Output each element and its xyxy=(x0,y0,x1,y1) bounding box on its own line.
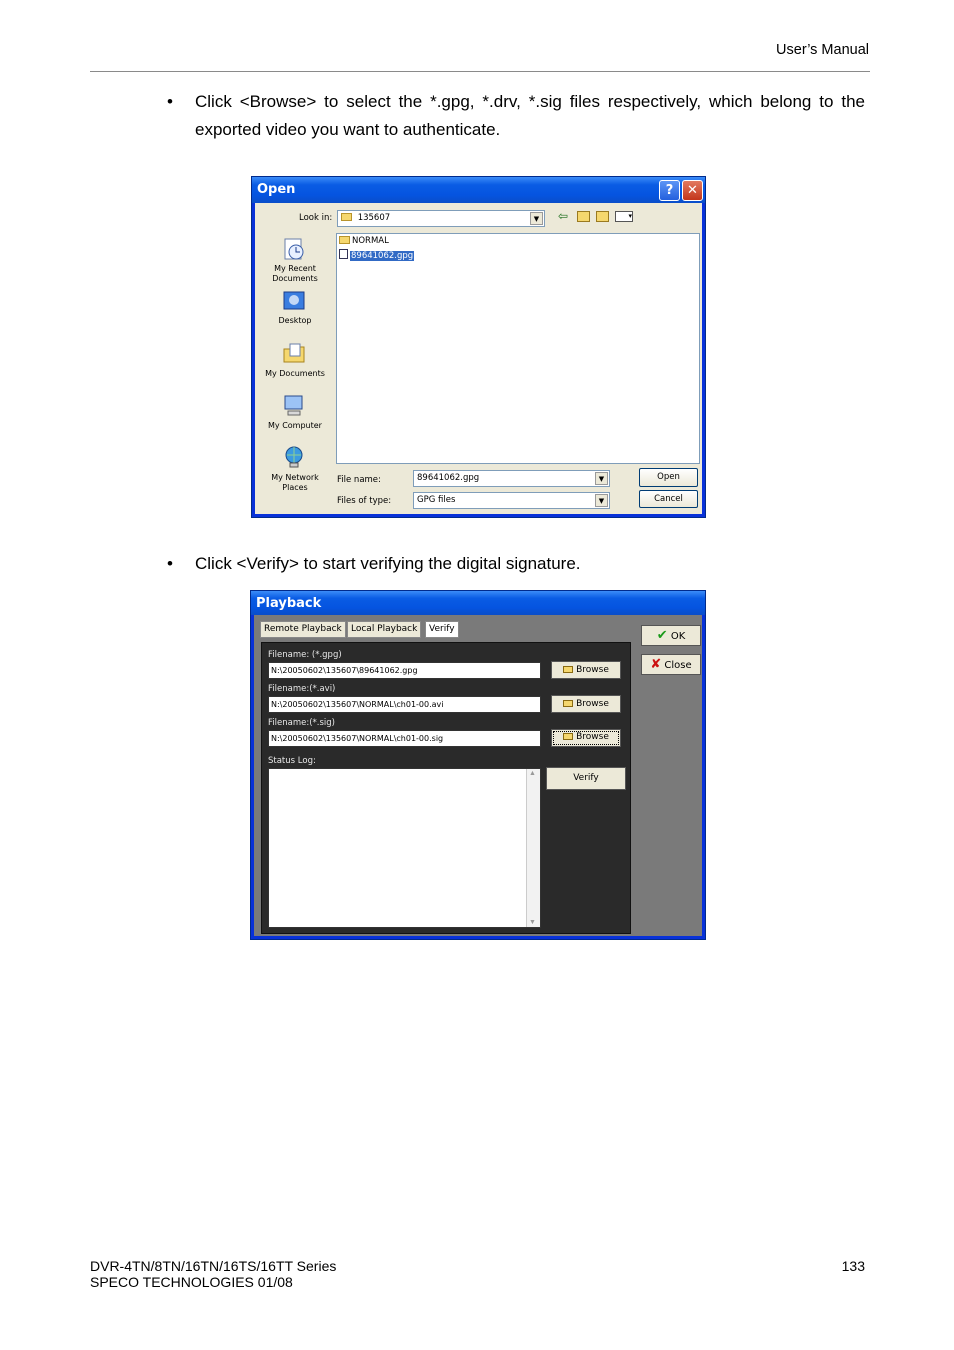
avi-field-input[interactable]: N:\20050602\135607\NORMAL\ch01-00.avi xyxy=(268,696,541,713)
bullet-2-text: Click <Verify> to start verifying the di… xyxy=(195,554,581,573)
browse-sig-button[interactable]: Browse xyxy=(551,729,621,747)
scrollbar[interactable]: ▲ ▼ xyxy=(526,769,540,927)
up-folder-icon[interactable] xyxy=(577,211,590,222)
status-log-label: Status Log: xyxy=(268,756,316,766)
browse-avi-label: Browse xyxy=(576,699,609,709)
file-icon xyxy=(339,249,348,259)
header-rule xyxy=(90,71,870,72)
look-in-label: Look in: xyxy=(299,213,333,223)
open-dialog-titlebar: Open xyxy=(252,177,705,203)
scroll-up-icon[interactable]: ▲ xyxy=(529,770,536,777)
checkmark-icon: ✔ xyxy=(656,628,668,643)
tab-local-playback[interactable]: Local Playback xyxy=(347,621,422,638)
open-button[interactable]: Open xyxy=(639,468,698,487)
view-menu-icon[interactable]: ▾ xyxy=(615,211,633,222)
chevron-down-icon[interactable]: ▼ xyxy=(595,494,608,507)
open-dialog: Open ? ✕ Look in: 135607 ▼ ⇦ ▾ My Recent… xyxy=(251,176,706,518)
list-item-selected[interactable]: 89641062.gpg xyxy=(339,249,415,261)
file-name: NORMAL xyxy=(352,236,389,246)
back-icon[interactable]: ⇦ xyxy=(558,209,568,223)
sig-field-label: Filename:(*.sig) xyxy=(268,718,335,728)
network-places-icon[interactable] xyxy=(282,445,306,469)
close-window-button[interactable]: ✕ xyxy=(682,180,703,201)
look-in-select[interactable]: 135607 ▼ xyxy=(337,210,545,227)
gpg-field-label: Filename: (*.gpg) xyxy=(268,650,342,660)
tab-remote-playback[interactable]: Remote Playback xyxy=(260,621,346,638)
desktop-icon[interactable] xyxy=(282,289,306,313)
look-in-value: 135607 xyxy=(357,213,391,223)
cancel-button[interactable]: Cancel xyxy=(639,490,698,508)
verify-panel: Filename: (*.gpg) N:\20050602\135607\896… xyxy=(261,642,631,934)
chevron-down-icon[interactable]: ▼ xyxy=(530,212,543,225)
playback-titlebar: Playback xyxy=(251,591,705,615)
browse-avi-button[interactable]: Browse xyxy=(551,695,621,713)
help-button[interactable]: ? xyxy=(659,180,680,201)
footer-company: SPECO TECHNOLOGIES 01/08 xyxy=(90,1274,293,1290)
playback-title: Playback xyxy=(256,596,322,611)
file-name-label: File name: xyxy=(337,475,381,485)
playback-body: Remote Playback Local Playback Verify Fi… xyxy=(254,615,702,936)
browse-sig-label: Browse xyxy=(576,732,609,742)
browse-gpg-label: Browse xyxy=(576,665,609,675)
place-recent-documents[interactable]: My Recent Documents xyxy=(260,264,330,284)
chevron-down-icon[interactable]: ▼ xyxy=(595,472,608,485)
place-my-documents[interactable]: My Documents xyxy=(260,369,330,379)
place-desktop[interactable]: Desktop xyxy=(260,316,330,326)
list-item[interactable]: NORMAL xyxy=(339,236,389,246)
page-header: User’s Manual xyxy=(776,42,869,58)
folder-icon xyxy=(341,213,352,221)
recent-documents-icon[interactable] xyxy=(282,237,306,261)
avi-field-label: Filename:(*.avi) xyxy=(268,684,336,694)
status-log-textarea[interactable]: ▲ ▼ xyxy=(268,768,541,928)
browse-gpg-button[interactable]: Browse xyxy=(551,661,621,679)
playback-dialog: Playback Remote Playback Local Playback … xyxy=(250,590,706,940)
footer-model: DVR-4TN/8TN/16TN/16TS/16TT Series xyxy=(90,1258,337,1274)
bullet-1-symbol: • xyxy=(167,92,173,111)
file-type-label: Files of type: xyxy=(337,496,392,506)
folder-open-icon xyxy=(563,666,574,673)
file-type-select[interactable]: GPG files ▼ xyxy=(413,492,610,509)
open-dialog-title: Open xyxy=(257,182,296,197)
place-my-computer[interactable]: My Computer xyxy=(260,421,330,431)
close-button[interactable]: ✘ Close xyxy=(641,654,701,675)
file-name-input[interactable]: 89641062.gpg ▼ xyxy=(413,470,610,487)
ok-button[interactable]: ✔ OK xyxy=(641,625,701,646)
verify-button[interactable]: Verify xyxy=(546,767,626,790)
scroll-down-icon[interactable]: ▼ xyxy=(529,919,536,926)
file-name-value: 89641062.gpg xyxy=(417,473,480,483)
tab-verify[interactable]: Verify xyxy=(425,621,459,638)
folder-icon xyxy=(339,236,350,244)
folder-open-icon xyxy=(563,700,574,707)
ok-label: OK xyxy=(670,631,686,642)
place-network-places[interactable]: My Network Places xyxy=(260,473,330,493)
close-x-icon: ✘ xyxy=(650,657,662,672)
sig-field-input[interactable]: N:\20050602\135607\NORMAL\ch01-00.sig xyxy=(268,730,541,747)
gpg-field-input[interactable]: N:\20050602\135607\89641062.gpg xyxy=(268,662,541,679)
footer-left: DVR-4TN/8TN/16TN/16TS/16TT Series SPECO … xyxy=(90,1258,336,1290)
file-type-value: GPG files xyxy=(417,495,456,505)
open-dialog-body: Look in: 135607 ▼ ⇦ ▾ My Recent Document… xyxy=(255,203,702,514)
folder-open-icon xyxy=(563,733,574,740)
new-folder-icon[interactable] xyxy=(596,211,609,222)
file-name: 89641062.gpg xyxy=(350,251,415,261)
bullet-1-text: Click <Browse> to select the *.gpg, *.dr… xyxy=(195,92,865,139)
my-computer-icon[interactable] xyxy=(282,393,306,417)
bullet-2-symbol: • xyxy=(167,554,173,573)
page-number: 133 xyxy=(841,1258,865,1274)
file-list[interactable]: NORMAL 89641062.gpg xyxy=(336,233,700,464)
close-label: Close xyxy=(664,660,692,671)
my-documents-icon[interactable] xyxy=(282,341,306,365)
